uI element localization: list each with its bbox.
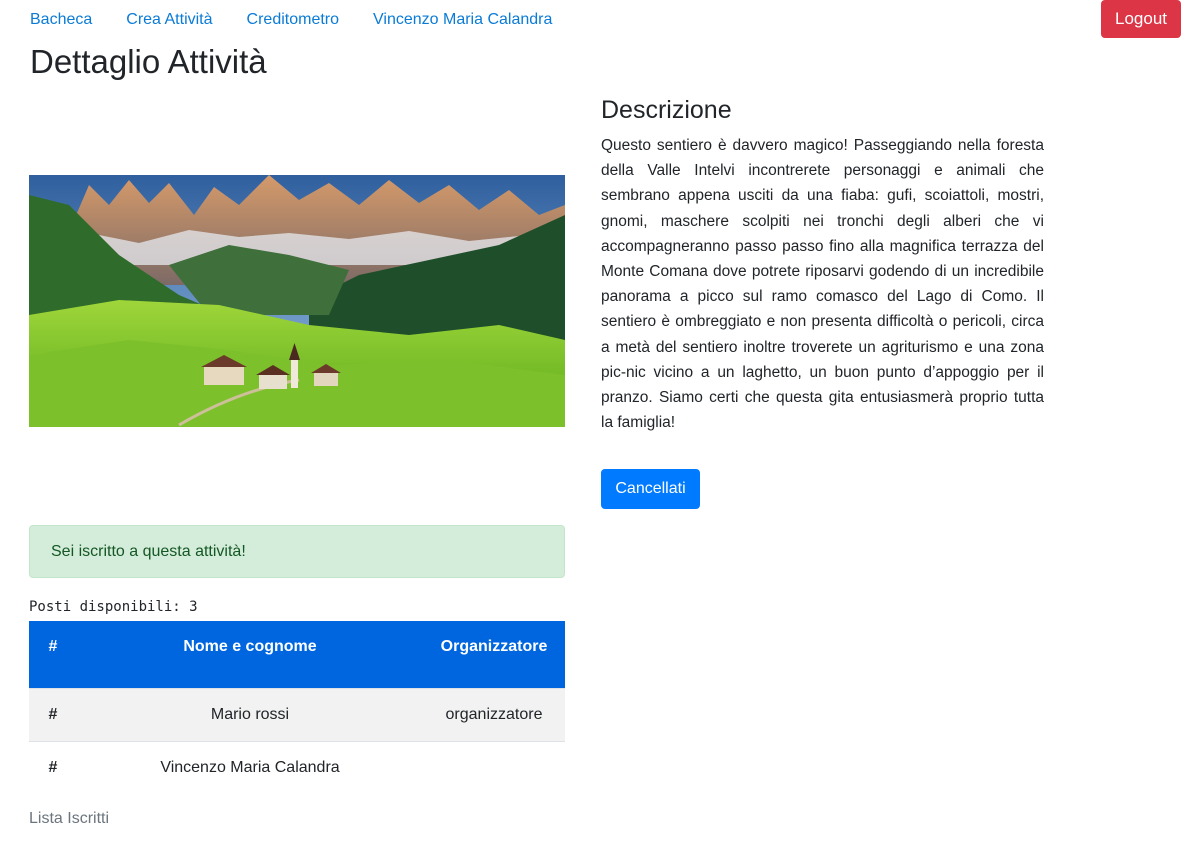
participant-role — [423, 740, 565, 794]
unsubscribe-button[interactable]: Cancellati — [601, 469, 700, 509]
table-header-row: # Nome e cognome Organizzatore — [29, 621, 565, 688]
page-title: Dettaglio Attività — [30, 43, 267, 80]
logout-button[interactable]: Logout — [1101, 0, 1181, 38]
column-header-name: Nome e cognome — [77, 621, 423, 688]
nav-link-user-profile[interactable]: Vincenzo Maria Calandra — [373, 10, 552, 32]
description-text: Questo sentiero è davvero magico! Passeg… — [601, 137, 1044, 432]
row-number: # — [29, 740, 77, 794]
table-row: # Mario rossi organizzatore — [29, 687, 565, 741]
participants-list-caption: Lista Iscritti — [29, 810, 110, 827]
participant-role: organizzatore — [423, 687, 565, 741]
participant-name: Vincenzo Maria Calandra — [77, 740, 423, 794]
top-nav: Bacheca Crea Attività Creditometro Vince… — [30, 10, 586, 32]
description-heading: Descrizione — [601, 96, 732, 124]
column-header-number: # — [29, 621, 77, 688]
table-row: # Vincenzo Maria Calandra — [29, 740, 565, 794]
participant-name: Mario rossi — [77, 687, 423, 741]
subscription-alert: Sei iscritto a questa attività! — [29, 525, 565, 578]
available-seats: Posti disponibili: 3 — [29, 599, 198, 615]
participants-table: # Nome e cognome Organizzatore # Mario r… — [29, 621, 565, 794]
column-header-organizer: Organizzatore — [423, 621, 565, 688]
mountain-landscape-picture — [29, 175, 565, 427]
row-number: # — [29, 687, 77, 741]
nav-link-bacheca[interactable]: Bacheca — [30, 10, 92, 32]
activity-image — [29, 175, 565, 427]
nav-link-crea-attivita[interactable]: Crea Attività — [126, 10, 212, 32]
nav-link-creditometro[interactable]: Creditometro — [247, 10, 339, 32]
